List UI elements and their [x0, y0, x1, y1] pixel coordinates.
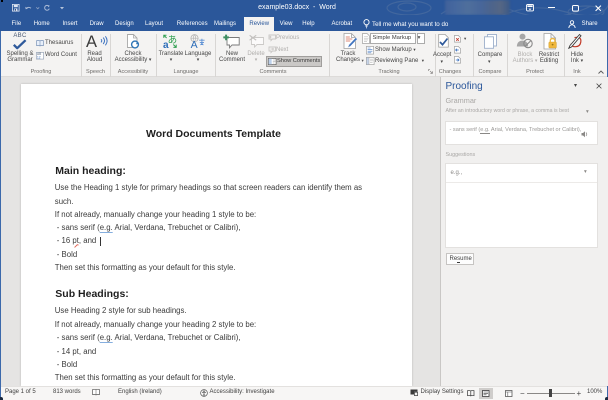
svg-text:a: a [163, 40, 169, 51]
svg-text:あ: あ [168, 35, 178, 46]
svg-text:A: A [190, 39, 197, 51]
svg-text:12: 12 [37, 55, 41, 59]
